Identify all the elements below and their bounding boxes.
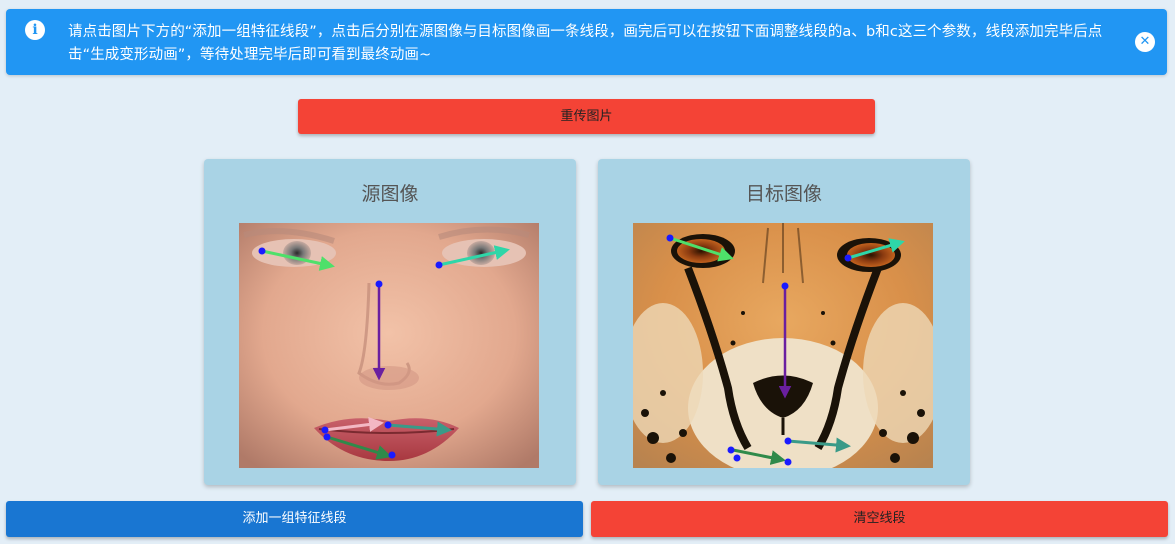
source-image-title: 源图像 [361, 183, 419, 205]
reupload-button[interactable]: 重传图片 [298, 99, 875, 134]
target-image-card: 目标图像 [598, 159, 970, 485]
source-image-canvas[interactable] [239, 223, 539, 468]
target-image-title: 目标图像 [745, 183, 822, 205]
add-segment-button[interactable]: 添加一组特征线段 [6, 501, 583, 537]
clear-segments-button[interactable]: 清空线段 [591, 501, 1168, 537]
alert-message: 请点击图片下方的“添加一组特征线段”，点击后分别在源图像与目标图像画一条线段，画… [68, 24, 1103, 63]
human-face-photo [239, 223, 539, 468]
source-image-card: 源图像 [204, 159, 576, 485]
target-image-canvas[interactable] [633, 223, 933, 468]
info-alert: i 请点击图片下方的“添加一组特征线段”，点击后分别在源图像与目标图像画一条线段… [6, 9, 1167, 75]
close-icon[interactable]: ✕ [1135, 32, 1155, 52]
cheetah-face-photo [633, 223, 933, 468]
info-icon: i [25, 20, 45, 40]
